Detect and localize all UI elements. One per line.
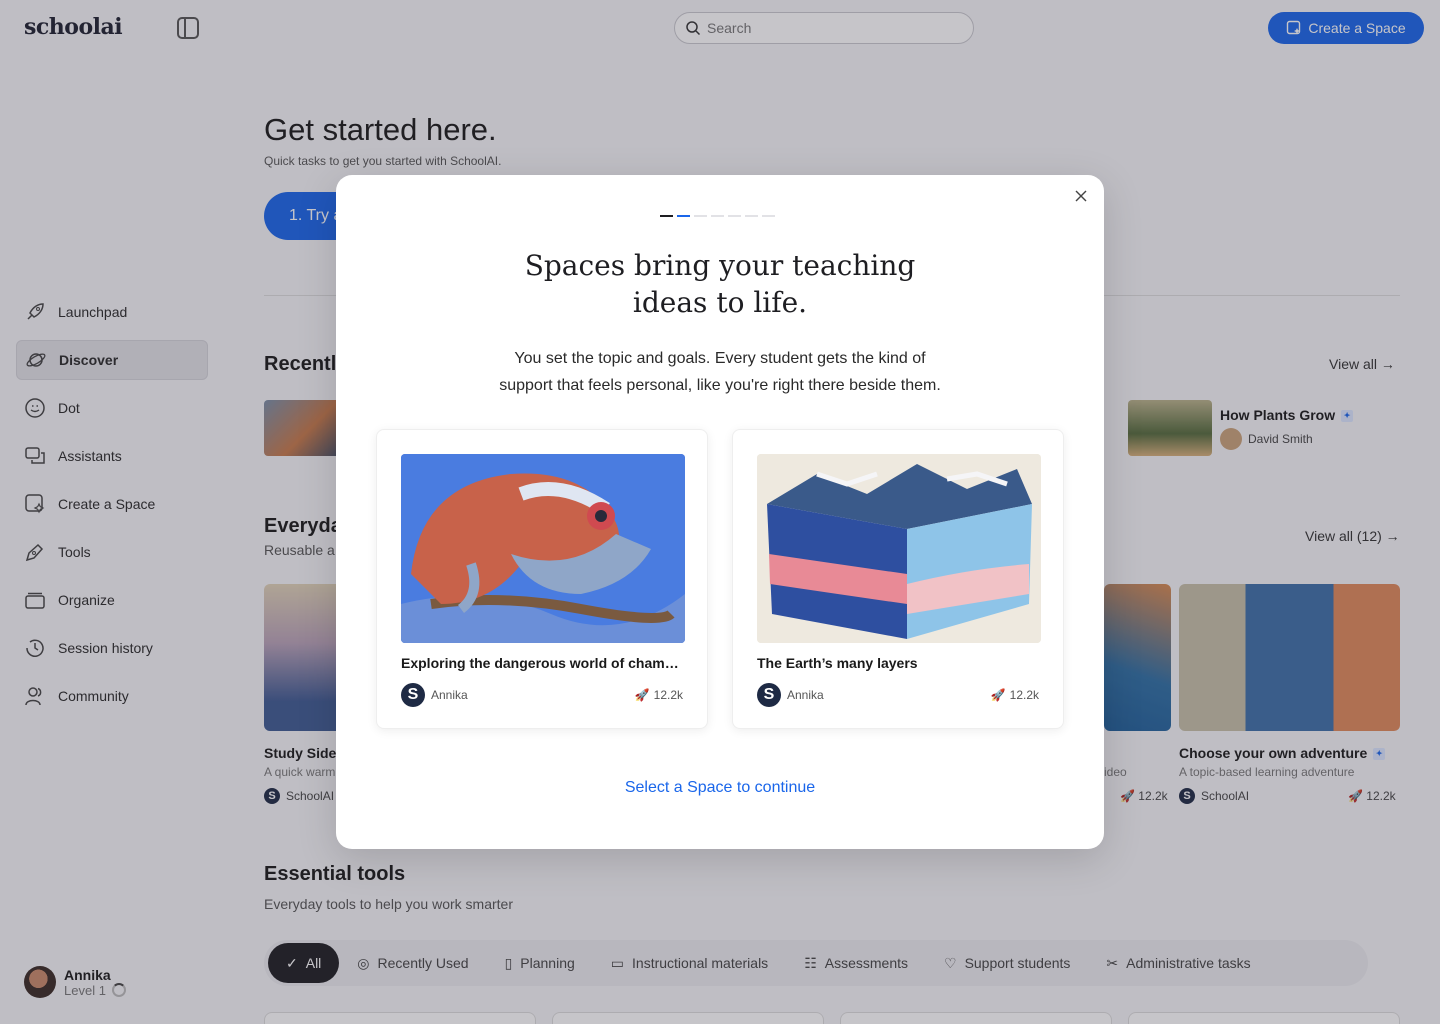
space-card-count: 🚀 12.2k — [634, 688, 683, 702]
chameleon-image — [401, 454, 685, 643]
modal-title: Spaces bring your teaching ideas to life… — [524, 249, 916, 319]
schoolai-icon: S — [757, 683, 781, 707]
modal-body: You set the topic and goals. Every stude… — [499, 350, 941, 394]
earth-layers-image — [757, 454, 1041, 643]
step-dot — [762, 215, 775, 217]
step-dot — [711, 215, 724, 217]
step-dot — [694, 215, 707, 217]
continue-prompt: Select a Space to continue — [624, 779, 816, 796]
rocket-icon: 🚀 — [990, 688, 1006, 702]
space-card-author: S Annika — [757, 683, 824, 707]
schoolai-icon: S — [401, 683, 425, 707]
step-dot — [677, 215, 690, 217]
onboarding-modal: Spaces bring your teaching ideas to life… — [336, 175, 1104, 849]
step-dot — [660, 215, 673, 217]
space-card-author: S Annika — [401, 683, 468, 707]
space-card-chameleon[interactable]: Exploring the dangerous world of chamel.… — [376, 429, 708, 729]
step-dot — [745, 215, 758, 217]
space-card-title: Exploring the dangerous world of chamel.… — [401, 655, 685, 671]
space-card-title: The Earth’s many layers — [757, 655, 918, 671]
close-icon[interactable] — [1072, 187, 1090, 205]
space-card-earth-layers[interactable]: The Earth’s many layers S Annika 🚀 12.2k — [732, 429, 1064, 729]
step-indicator — [660, 215, 775, 217]
rocket-icon: 🚀 — [634, 688, 650, 702]
step-dot — [728, 215, 741, 217]
space-card-count: 🚀 12.2k — [990, 688, 1039, 702]
